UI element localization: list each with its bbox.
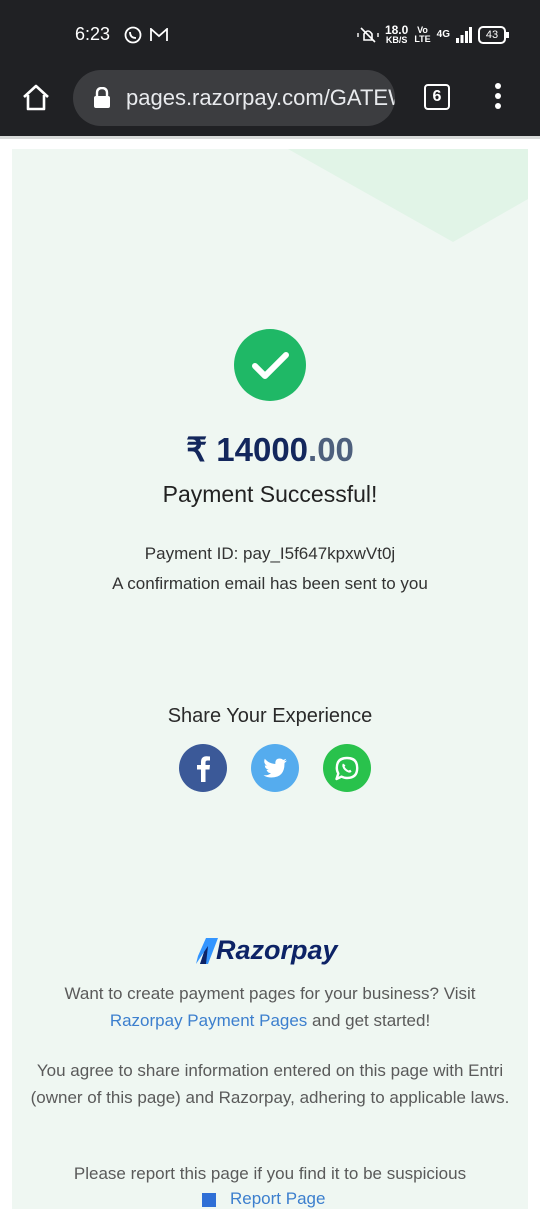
- overflow-menu-icon[interactable]: [490, 80, 506, 114]
- status-right-cluster: 18.0 KB/S Vo LTE 4G 43: [357, 23, 509, 45]
- battery-icon: 43: [478, 25, 509, 44]
- whatsapp-notification-icon: [124, 26, 142, 44]
- amount-decimal: .00: [308, 431, 354, 468]
- report-page-link[interactable]: Report Page: [202, 1189, 325, 1209]
- network-type: 4G: [436, 29, 450, 40]
- browser-toolbar: pages.razorpay.com/GATEWAY 6: [0, 70, 540, 136]
- payment-amount: ₹ 14000.00: [12, 430, 528, 469]
- payment-id: Payment ID: pay_I5f647kpxwVt0j: [144, 544, 396, 563]
- razorpay-mark-icon: [196, 938, 218, 964]
- vibrate-mute-icon: [357, 26, 379, 43]
- payment-status: Payment Successful!: [162, 481, 378, 507]
- share-title: Share Your Experience: [167, 705, 373, 727]
- gmail-notification-icon: [150, 28, 168, 41]
- network-speed: 18.0 KB/S: [384, 23, 409, 45]
- promo-text: Want to create payment pages for your bu…: [64, 984, 476, 1030]
- whatsapp-icon[interactable]: [323, 744, 371, 792]
- home-icon[interactable]: [20, 82, 52, 114]
- razorpay-wordmark: Razorpay: [216, 935, 338, 965]
- lock-icon: [94, 87, 110, 108]
- amount-whole: 14000: [216, 431, 309, 468]
- tab-switcher-button[interactable]: 6: [424, 84, 450, 110]
- twitter-icon[interactable]: [251, 744, 299, 792]
- payment-pages-link[interactable]: Razorpay Payment Pages: [110, 1011, 308, 1030]
- volte-indicator: Vo LTE: [414, 24, 431, 44]
- signal-icon: [456, 26, 472, 43]
- currency-symbol: ₹: [186, 431, 208, 468]
- confirmation-message: A confirmation email has been sent to yo…: [112, 574, 428, 593]
- url-text: pages.razorpay.com/GATEWAY: [126, 85, 395, 110]
- address-bar[interactable]: pages.razorpay.com/GATEWAY: [73, 70, 395, 126]
- agreement-text: You agree to share information entered o…: [30, 1061, 510, 1107]
- status-bar: 6:23 18.0 KB/S Vo LTE 4G 43: [0, 0, 540, 70]
- decorative-shape: [288, 149, 528, 242]
- payment-card: ₹ 14000.00 Payment Successful! Payment I…: [12, 149, 528, 1209]
- toolbar-divider: [0, 136, 540, 139]
- status-time: 6:23: [75, 24, 111, 44]
- checkmark-success-icon: [234, 329, 306, 401]
- facebook-icon[interactable]: [179, 744, 227, 792]
- report-prompt: Please report this page if you find it t…: [73, 1164, 467, 1183]
